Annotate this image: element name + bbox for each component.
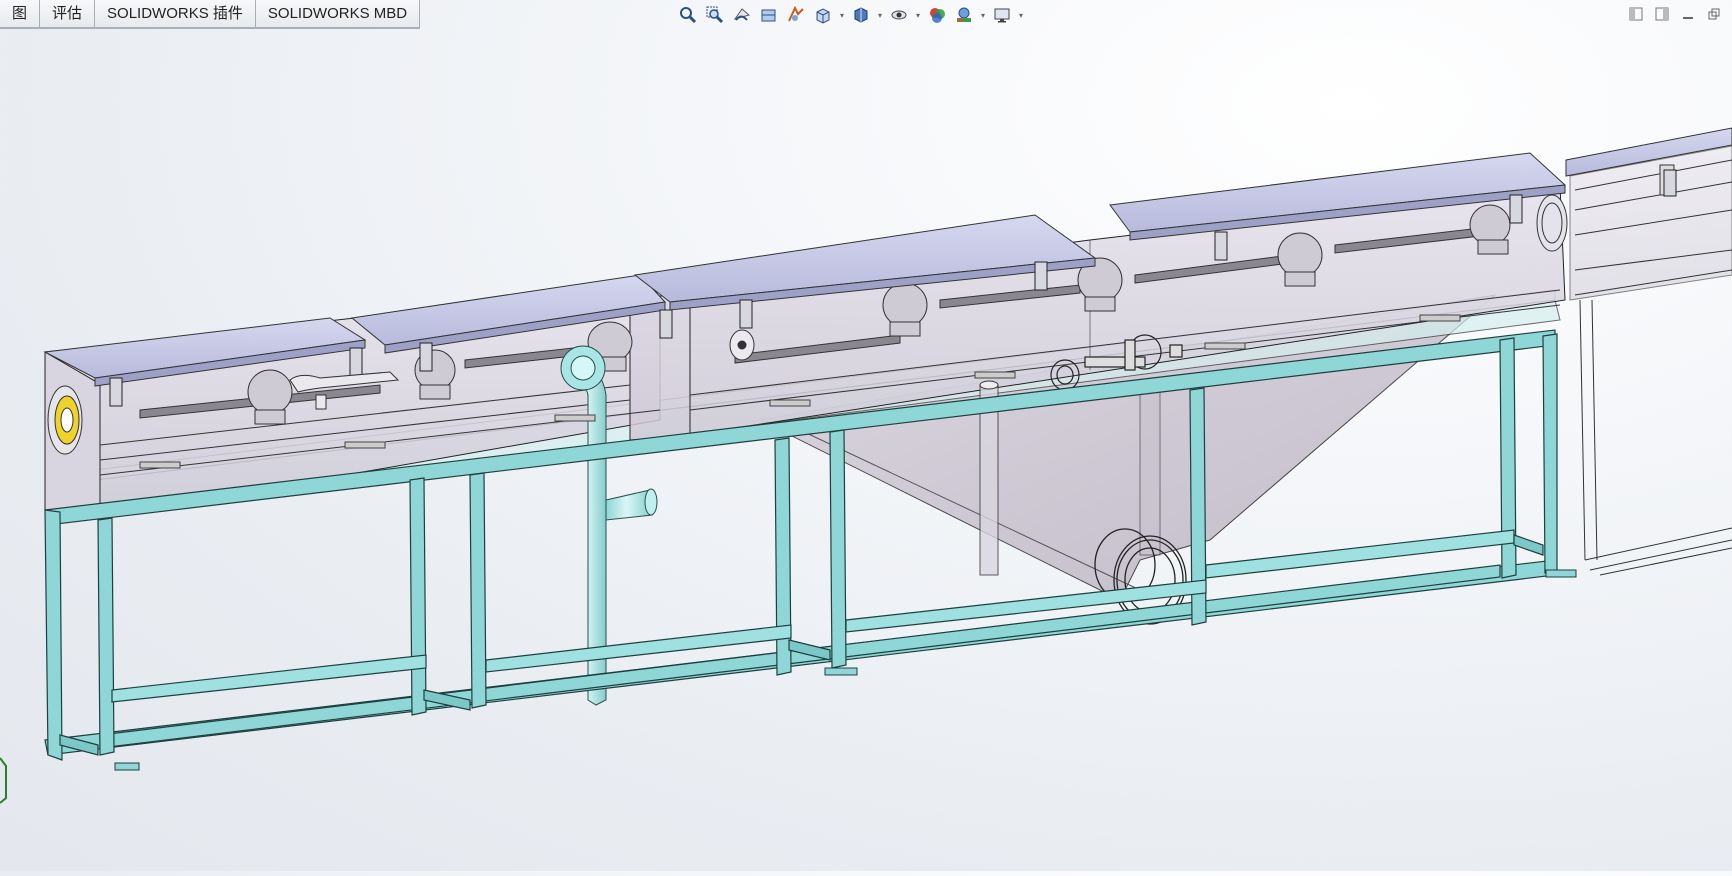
machine-model	[43, 127, 1732, 771]
tab-solidworks-addins[interactable]: SOLIDWORKS 插件	[95, 0, 256, 28]
dynamic-annotation-icon[interactable]	[784, 3, 808, 27]
chevron-down-icon[interactable]: ▾	[876, 3, 884, 27]
command-manager-tabs: 图 评估 SOLIDWORKS 插件 SOLIDWORKS MBD	[0, 0, 421, 29]
edit-appearance-icon[interactable]	[925, 3, 949, 27]
window-controls	[1626, 4, 1724, 24]
end-flange-right	[1536, 194, 1568, 252]
graphics-area[interactable]	[0, 30, 1732, 871]
chevron-down-icon[interactable]: ▾	[838, 3, 846, 27]
tab-evaluate[interactable]: 评估	[40, 0, 96, 28]
zoom-to-fit-icon[interactable]	[676, 3, 700, 27]
zoom-to-area-icon[interactable]	[703, 3, 727, 27]
tab-view[interactable]: 图	[0, 0, 41, 28]
chevron-down-icon[interactable]: ▾	[1017, 3, 1025, 27]
minimize-icon[interactable]	[1678, 4, 1698, 24]
tile-right-icon[interactable]	[1652, 4, 1672, 24]
display-style-icon[interactable]	[849, 3, 873, 27]
chevron-down-icon[interactable]: ▾	[914, 3, 922, 27]
section-view-icon[interactable]	[757, 3, 781, 27]
chevron-down-icon[interactable]: ▾	[979, 3, 987, 27]
hide-show-items-icon[interactable]	[887, 3, 911, 27]
tile-left-icon[interactable]	[1626, 4, 1646, 24]
previous-view-icon[interactable]	[730, 3, 754, 27]
view-orientation-icon[interactable]	[811, 3, 835, 27]
restore-icon[interactable]	[1704, 4, 1724, 24]
heads-up-view-toolbar: ▾ ▾ ▾ ▾ ▾	[676, 2, 1025, 28]
apply-scene-icon[interactable]	[952, 3, 976, 27]
right-module-partial	[1565, 127, 1732, 576]
view-settings-icon[interactable]	[990, 3, 1014, 27]
reference-triad-icon	[0, 748, 8, 808]
inlet-flange	[729, 329, 755, 361]
end-flange-left	[47, 385, 83, 455]
tab-solidworks-mbd[interactable]: SOLIDWORKS MBD	[255, 0, 421, 28]
